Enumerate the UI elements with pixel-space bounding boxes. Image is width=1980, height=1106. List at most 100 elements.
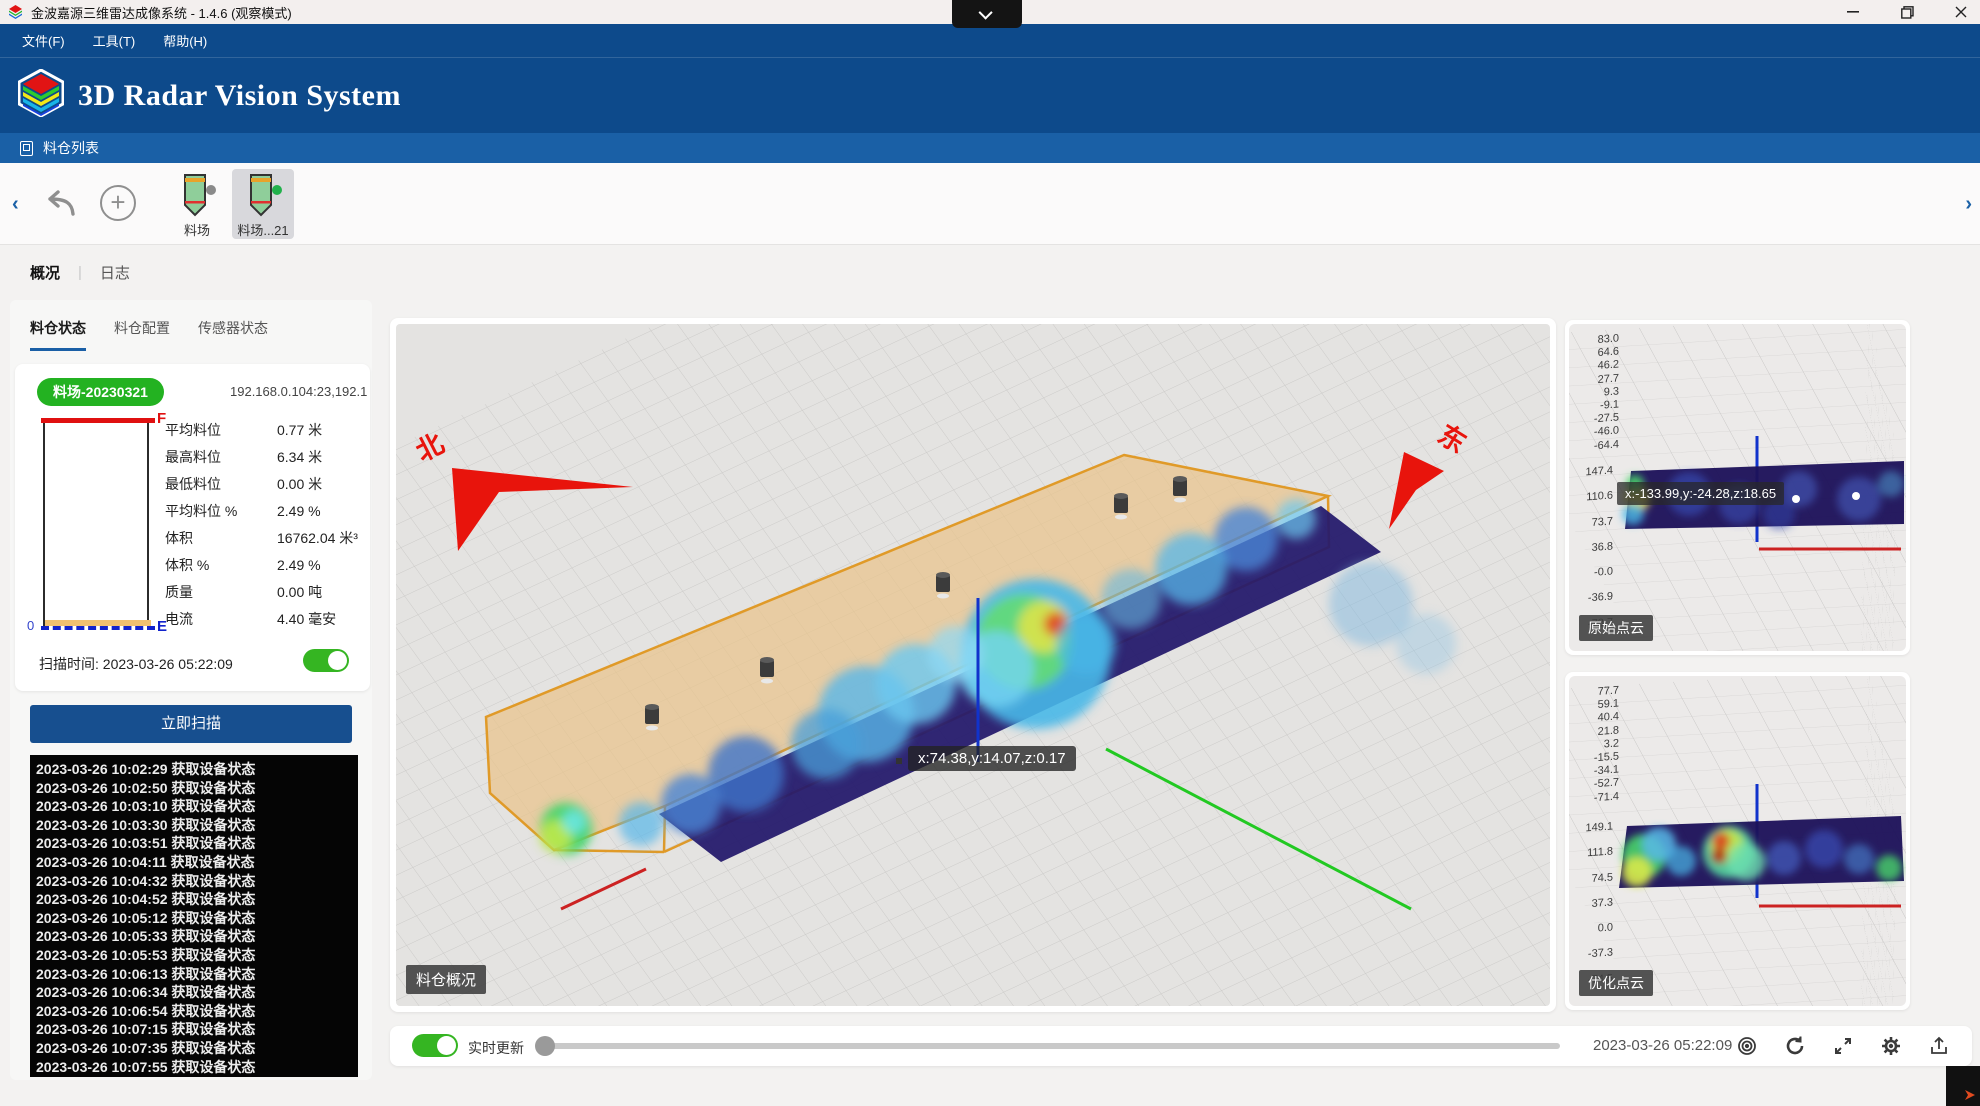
device-label: 料场	[184, 220, 210, 239]
tab-silo-status[interactable]: 料仓状态	[30, 318, 86, 351]
stat-label: 平均料位	[165, 420, 277, 440]
log-entry: 2023-03-26 10:06:34 获取设备状态	[36, 983, 358, 1002]
optimized-cloud-scene[interactable]: 77.759.140.421.83.2-15.5-34.1-52.7-71.4 …	[1569, 676, 1906, 1006]
playback-timestamp: 2023-03-26 05:22:09	[1593, 1037, 1732, 1054]
realtime-label: 实时更新	[468, 1038, 524, 1058]
raw-z-ticks: 83.064.646.227.79.3-9.1-27.5-46.0-64.4	[1575, 332, 1619, 454]
gauge-zero-label: 0	[27, 618, 34, 633]
nav-bar: 料仓列表	[0, 133, 1980, 163]
corner-widget[interactable]	[1946, 1066, 1980, 1106]
silo-3d-render: 北 东	[396, 324, 1550, 1006]
silo-3d-scene[interactable]: 北 东 x:74.38,y:14.07,z:0.17 料仓概况	[396, 324, 1550, 1006]
log-entry: 2023-03-26 10:05:12 获取设备状态	[36, 909, 358, 928]
axis-tick-label: -0.0	[1594, 560, 1613, 587]
stat-value: 2.49 %	[277, 557, 321, 573]
axis-tick-label: -71.4	[1594, 790, 1619, 805]
scan-time-row: 扫描时间: 2023-03-26 05:22:09	[39, 654, 233, 674]
axis-tick-label: 110.6	[1586, 484, 1613, 511]
axis-tick-label: -64.4	[1594, 438, 1619, 453]
axis-tick-label: 111.8	[1587, 840, 1613, 867]
silo-icon	[246, 173, 280, 217]
log-entry: 2023-03-26 10:07:55 获取设备状态	[36, 1058, 358, 1077]
window-title: 金波嘉源三维雷达成像系统 - 1.4.6 (观察模式)	[31, 3, 292, 22]
scan-time-label: 扫描时间:	[39, 656, 99, 672]
raw-cloud-card: 83.064.646.227.79.3-9.1-27.5-46.0-64.4 1…	[1565, 320, 1910, 655]
optimized-cloud-card: 77.759.140.421.83.2-15.5-34.1-52.7-71.4 …	[1565, 672, 1910, 1010]
status-dot-offline	[206, 185, 216, 195]
playback-bar: 实时更新 2023-03-26 05:22:09	[390, 1026, 1972, 1066]
optimized-cloud-label: 优化点云	[1579, 970, 1653, 996]
fullscreen-icon[interactable]	[1831, 1034, 1855, 1058]
timeline-slider-handle[interactable]	[535, 1036, 555, 1056]
scan-now-button[interactable]: 立即扫描	[30, 705, 352, 743]
menu-item[interactable]: 文件(F)	[22, 31, 65, 50]
back-icon[interactable]	[46, 189, 80, 222]
device-item-yard[interactable]: 料场	[166, 169, 228, 239]
app-icon	[8, 5, 23, 20]
brand-title: 3D Radar Vision System	[78, 79, 401, 113]
log-entry: 2023-03-26 10:07:15 获取设备状态	[36, 1020, 358, 1039]
stat-row: 体积 % 2.49 %	[165, 551, 365, 578]
silo-name-badge[interactable]: 料场-20230321	[37, 378, 164, 406]
scroll-right-icon[interactable]: ›	[1965, 193, 1972, 216]
view-tabs: 概况 | 日志	[0, 245, 1980, 300]
close-button[interactable]	[1948, 1, 1974, 23]
log-entry: 2023-03-26 10:03:30 获取设备状态	[36, 816, 358, 835]
silo-stats: 平均料位 0.77 米 最高料位 6.34 米 最低料位 0.00 米	[165, 416, 365, 632]
minimize-button[interactable]	[1840, 1, 1866, 23]
stat-value: 4.40 毫安	[277, 609, 336, 629]
brand-logo-icon	[18, 69, 64, 122]
stat-label: 体积 %	[165, 555, 277, 575]
tab-overview[interactable]: 概况	[30, 262, 60, 283]
axis-tick-label: 3.2	[1604, 737, 1619, 751]
tab-silo-config[interactable]: 料仓配置	[114, 318, 170, 351]
scroll-left-icon[interactable]: ‹	[12, 193, 19, 216]
stat-value: 6.34 米	[277, 447, 322, 467]
axis-tick-label: -37.3	[1588, 941, 1613, 968]
scan-toggle[interactable]	[303, 649, 349, 672]
axis-tick-label: 73.7	[1592, 509, 1613, 536]
stat-label: 体积	[165, 528, 277, 548]
axis-tick-label: 74.5	[1592, 865, 1613, 892]
locate-icon[interactable]	[1735, 1034, 1759, 1058]
timeline-slider[interactable]	[540, 1043, 1560, 1049]
raw-cloud-scene[interactable]: 83.064.646.227.79.3-9.1-27.5-46.0-64.4 1…	[1569, 324, 1906, 651]
brand-header: 3D Radar Vision System	[0, 57, 1980, 133]
stat-value: 2.49 %	[277, 503, 321, 519]
tab-log[interactable]: 日志	[100, 262, 130, 283]
menu-bar: 文件(F) 工具(T) 帮助(H)	[0, 24, 1980, 57]
level-gauge	[43, 418, 149, 630]
status-dot-online	[272, 185, 282, 195]
device-label: 料场...21	[237, 220, 288, 239]
stat-label: 最低料位	[165, 474, 277, 494]
menu-item[interactable]: 工具(T)	[93, 31, 136, 50]
raw-y-ticks: 147.4110.673.736.8-0.0-36.9-73.7	[1569, 458, 1613, 638]
restore-button[interactable]	[1894, 1, 1920, 23]
refresh-icon[interactable]	[1783, 1034, 1807, 1058]
log-entry: 2023-03-26 10:05:53 获取设备状态	[36, 946, 358, 965]
silo-address: 192.168.0.104:23,192.168.0	[230, 384, 368, 399]
stat-row: 电流 4.40 毫安	[165, 605, 365, 632]
log-entry: 2023-03-26 10:06:54 获取设备状态	[36, 1002, 358, 1021]
add-device-button[interactable]: +	[100, 185, 136, 221]
nav-bar-label[interactable]: 料仓列表	[43, 138, 99, 158]
realtime-toggle[interactable]	[412, 1034, 458, 1057]
gauge-empty-line	[41, 626, 155, 630]
export-icon[interactable]	[1927, 1034, 1951, 1058]
axis-tick-label: -36.9	[1588, 585, 1613, 612]
device-toolbar: ‹ + 料场	[0, 163, 1980, 245]
tab-sensor-status[interactable]: 传感器状态	[198, 318, 268, 351]
opt-y-ticks: 149.1111.874.537.30.0-37.3-74.5	[1569, 814, 1613, 994]
stat-row: 体积 16762.04 米³	[165, 524, 365, 551]
stat-label: 质量	[165, 582, 277, 602]
device-log[interactable]: 2023-03-26 10:02:29 获取设备状态2023-03-26 10:…	[30, 755, 358, 1077]
stat-row: 最低料位 0.00 米	[165, 470, 365, 497]
device-item-yard-21[interactable]: 料场...21	[232, 169, 294, 239]
stat-value: 0.00 吨	[277, 582, 322, 602]
settings-gear-icon[interactable]	[1879, 1034, 1903, 1058]
silo-status-card: 料场-20230321 192.168.0.104:23,192.168.0 F…	[15, 364, 370, 691]
stat-row: 质量 0.00 吨	[165, 578, 365, 605]
silo-icon	[180, 173, 214, 217]
titlebar-dropdown-tab[interactable]	[952, 0, 1022, 28]
menu-item[interactable]: 帮助(H)	[163, 31, 207, 50]
